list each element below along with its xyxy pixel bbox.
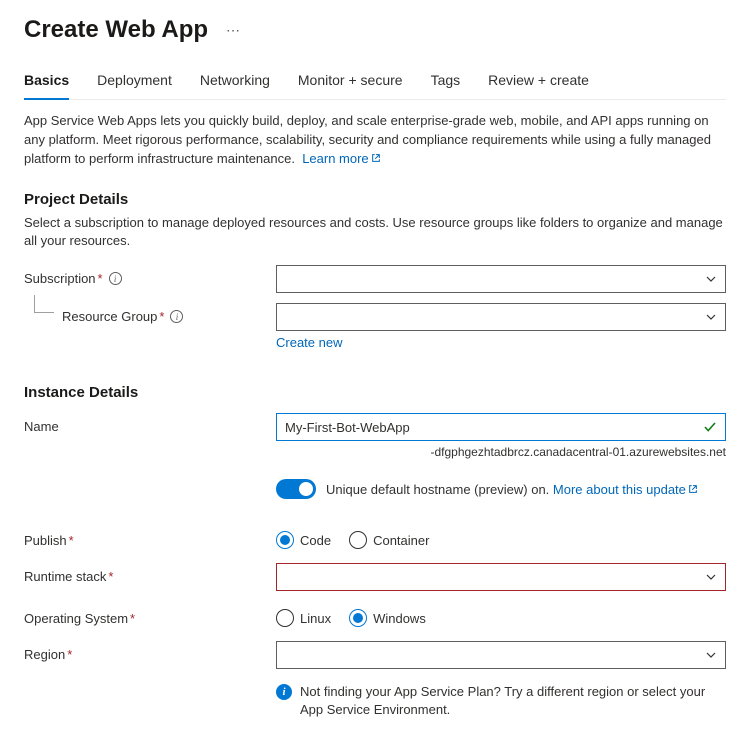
unique-hostname-toggle-label: Unique default hostname (preview) on. Mo… bbox=[326, 482, 698, 497]
instance-details-heading: Instance Details bbox=[24, 384, 726, 401]
project-details-heading: Project Details bbox=[24, 191, 726, 208]
learn-more-link[interactable]: Learn more bbox=[302, 151, 380, 166]
page-title: Create Web App bbox=[24, 16, 208, 44]
tab-review-create[interactable]: Review + create bbox=[488, 72, 589, 100]
more-actions-button[interactable]: ⋯ bbox=[220, 18, 246, 43]
required-indicator: * bbox=[98, 271, 103, 286]
checkmark-icon bbox=[703, 420, 717, 434]
unique-hostname-toggle[interactable] bbox=[276, 479, 316, 499]
resource-group-select[interactable] bbox=[276, 303, 726, 331]
subscription-label: Subscription bbox=[24, 271, 96, 286]
create-new-resource-group-link[interactable]: Create new bbox=[276, 335, 342, 350]
required-indicator: * bbox=[67, 647, 72, 662]
runtime-stack-label: Runtime stack bbox=[24, 569, 106, 584]
operating-system-label: Operating System bbox=[24, 611, 128, 626]
os-radio-windows[interactable]: Windows bbox=[349, 609, 426, 627]
required-indicator: * bbox=[159, 309, 164, 324]
subscription-select[interactable] bbox=[276, 265, 726, 293]
publish-radio-code-label: Code bbox=[300, 533, 331, 548]
publish-radio-container[interactable]: Container bbox=[349, 531, 429, 549]
info-icon[interactable]: i bbox=[109, 272, 122, 285]
tab-deployment[interactable]: Deployment bbox=[97, 72, 172, 100]
required-indicator: * bbox=[108, 569, 113, 584]
info-icon[interactable]: i bbox=[170, 310, 183, 323]
publish-radio-code[interactable]: Code bbox=[276, 531, 331, 549]
required-indicator: * bbox=[69, 533, 74, 548]
tab-monitor-secure[interactable]: Monitor + secure bbox=[298, 72, 403, 100]
chevron-down-icon bbox=[705, 649, 717, 661]
hostname-more-info-link[interactable]: More about this update bbox=[553, 482, 698, 497]
tree-connector bbox=[34, 295, 54, 313]
tab-tags[interactable]: Tags bbox=[431, 72, 461, 100]
runtime-stack-select[interactable] bbox=[276, 563, 726, 591]
os-radio-linux-label: Linux bbox=[300, 611, 331, 626]
resource-group-label: Resource Group bbox=[62, 309, 157, 324]
external-link-icon bbox=[688, 484, 698, 494]
info-filled-icon: i bbox=[276, 684, 292, 700]
name-input-value: My-First-Bot-WebApp bbox=[285, 420, 410, 435]
region-hint: Not finding your App Service Plan? Try a… bbox=[300, 683, 726, 719]
tab-networking[interactable]: Networking bbox=[200, 72, 270, 100]
os-radio-windows-label: Windows bbox=[373, 611, 426, 626]
hostname-suffix: -dfgphgezhtadbrcz.canadacentral-01.azure… bbox=[276, 445, 726, 459]
chevron-down-icon bbox=[705, 273, 717, 285]
region-label: Region bbox=[24, 647, 65, 662]
required-indicator: * bbox=[130, 611, 135, 626]
name-label: Name bbox=[24, 419, 59, 434]
region-select[interactable] bbox=[276, 641, 726, 669]
tab-basics[interactable]: Basics bbox=[24, 72, 69, 100]
external-link-icon bbox=[371, 153, 381, 163]
publish-label: Publish bbox=[24, 533, 67, 548]
name-input[interactable]: My-First-Bot-WebApp bbox=[276, 413, 726, 441]
chevron-down-icon bbox=[705, 311, 717, 323]
project-details-desc: Select a subscription to manage deployed… bbox=[24, 214, 726, 252]
tabs: Basics Deployment Networking Monitor + s… bbox=[24, 72, 726, 100]
intro-text: App Service Web Apps lets you quickly bu… bbox=[24, 112, 726, 169]
os-radio-linux[interactable]: Linux bbox=[276, 609, 331, 627]
chevron-down-icon bbox=[705, 571, 717, 583]
publish-radio-container-label: Container bbox=[373, 533, 429, 548]
